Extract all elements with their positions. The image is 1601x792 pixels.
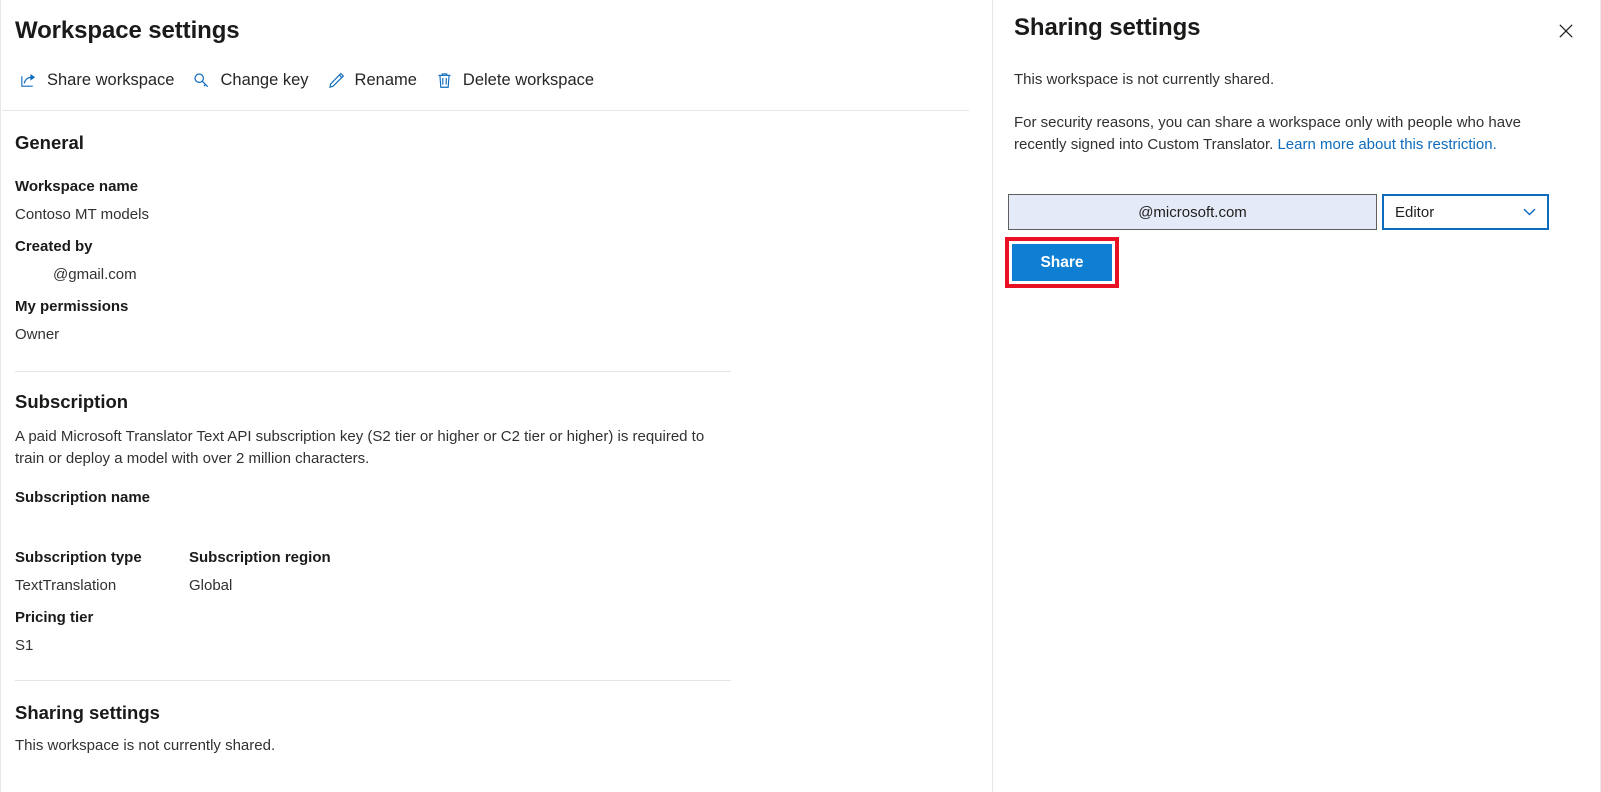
- subscription-type-value: TextTranslation: [15, 577, 117, 594]
- key-icon: [192, 71, 211, 90]
- subscription-description: A paid Microsoft Translator Text API sub…: [15, 428, 705, 467]
- subscription-section-heading: Subscription: [15, 391, 129, 412]
- my-permissions-value: Owner: [15, 326, 60, 343]
- sharing-section-heading: Sharing settings: [15, 702, 160, 723]
- toolbar-item-label: Delete workspace: [462, 71, 595, 90]
- toolbar-item-label: Share workspace: [47, 71, 175, 90]
- role-dropdown[interactable]: Editor: [1382, 194, 1549, 230]
- toolbar-item-label: Rename: [354, 71, 417, 90]
- flyout-status-text: This workspace is not currently shared.: [1014, 71, 1275, 88]
- toolbar-item-label: Change key: [220, 71, 309, 90]
- workspace-name-value: Contoso MT models: [15, 206, 149, 223]
- pencil-icon: [327, 71, 346, 90]
- trash-icon: [435, 71, 454, 90]
- general-section-heading: General: [15, 132, 84, 153]
- share-input-row: Editor: [1008, 194, 1549, 230]
- share-icon: [19, 71, 38, 90]
- sharing-settings-flyout: Sharing settings This workspace is not c…: [993, 0, 1601, 792]
- role-dropdown-value: Editor: [1395, 203, 1435, 221]
- subscription-type-label: Subscription type: [15, 549, 142, 566]
- share-email-input[interactable]: [1008, 194, 1377, 230]
- sharing-status-text: This workspace is not currently shared.: [15, 737, 276, 754]
- created-by-label: Created by: [15, 238, 93, 255]
- subscription-sharing-divider: [15, 680, 731, 681]
- flyout-title: Sharing settings: [1014, 14, 1201, 41]
- pricing-tier-label: Pricing tier: [15, 609, 94, 626]
- workspace-settings-page: Workspace settings Share workspace Chang…: [0, 0, 1601, 792]
- created-by-value: @gmail.com: [53, 266, 137, 283]
- flyout-description: For security reasons, you can share a wo…: [1014, 112, 1534, 155]
- command-bar: Share workspace Change key Rename Delete…: [13, 68, 606, 93]
- share-button[interactable]: Share: [1012, 244, 1112, 281]
- page-title: Workspace settings: [15, 17, 240, 44]
- workspace-name-label: Workspace name: [15, 178, 139, 195]
- subscription-region-label: Subscription region: [189, 549, 331, 566]
- toolbar-divider: [2, 110, 969, 111]
- my-permissions-label: My permissions: [15, 298, 129, 315]
- general-subscription-divider: [15, 371, 731, 372]
- rename-button[interactable]: Rename: [321, 68, 429, 93]
- learn-more-link[interactable]: Learn more about this restriction.: [1277, 136, 1496, 153]
- close-icon[interactable]: [1552, 17, 1580, 45]
- delete-workspace-button[interactable]: Delete workspace: [429, 68, 606, 93]
- share-workspace-button[interactable]: Share workspace: [13, 68, 186, 93]
- workspace-settings-panel: Workspace settings Share workspace Chang…: [0, 0, 993, 792]
- pricing-tier-value: S1: [15, 637, 34, 654]
- chevron-down-icon: [1523, 208, 1536, 217]
- subscription-region-value: Global: [189, 577, 233, 594]
- subscription-name-label: Subscription name: [15, 489, 151, 506]
- change-key-button[interactable]: Change key: [186, 68, 320, 93]
